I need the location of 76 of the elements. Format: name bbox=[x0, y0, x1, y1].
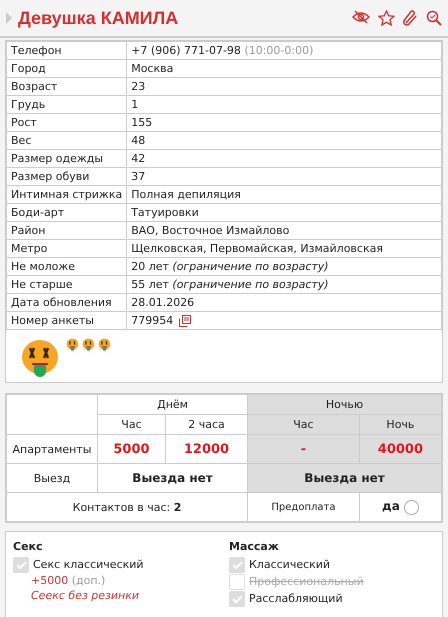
extra-price: +5000 bbox=[31, 574, 68, 587]
value-text: 48 bbox=[131, 134, 146, 147]
field-label: Размер обуви bbox=[6, 168, 127, 186]
price-cell: - bbox=[248, 434, 360, 464]
field-label: Вес bbox=[6, 132, 127, 150]
value-text: 779954 bbox=[131, 314, 174, 327]
star-icon[interactable] bbox=[378, 10, 395, 26]
service-remark: Сеекс без резинки bbox=[30, 589, 140, 603]
field-label: Размер одежды bbox=[6, 150, 127, 168]
value-text: Щелковская, Первомайская, Измайловская bbox=[131, 242, 383, 255]
field-label: Район bbox=[6, 222, 127, 240]
value-text: 55 лет bbox=[131, 278, 169, 291]
service-label: Классический bbox=[249, 558, 330, 572]
column-header: Ночью bbox=[248, 394, 442, 414]
phone-number[interactable]: +7 (906) 771-07-98 bbox=[131, 44, 241, 57]
field-label: Интимная стрижка bbox=[6, 186, 127, 204]
row-label: Выезд bbox=[6, 464, 98, 492]
emoji-icon bbox=[66, 338, 79, 351]
hide-icon[interactable] bbox=[352, 10, 370, 24]
value-text: 37 bbox=[131, 170, 146, 183]
paperclip-icon[interactable] bbox=[403, 10, 418, 26]
hours-note: (10:00-0:00) bbox=[244, 44, 314, 57]
extra-note: (доп.) bbox=[72, 574, 106, 587]
field-label: Не моложе bbox=[6, 258, 127, 276]
limit-note: (ограничение по возрасту) bbox=[172, 278, 329, 291]
prepay-value: да bbox=[382, 499, 400, 514]
field-label: Не старше bbox=[6, 276, 127, 294]
column-header: Час bbox=[98, 414, 166, 434]
value-text: Москва bbox=[131, 62, 174, 75]
checkbox[interactable] bbox=[229, 557, 245, 573]
price-cell: 5000 bbox=[98, 434, 166, 464]
column-header: 2 часа bbox=[165, 414, 248, 434]
profile-title: Девушка КАМИЛА bbox=[18, 8, 180, 28]
value-text: 28.01.2026 bbox=[131, 296, 194, 309]
contacts-value: 2 bbox=[174, 500, 182, 514]
service-label: Расслабляющий bbox=[249, 592, 343, 606]
column-header: Ночь bbox=[359, 414, 442, 434]
value-text: ВАО, Восточное Измайлово bbox=[131, 224, 290, 237]
service-label: Профессиональный bbox=[249, 575, 364, 589]
row-label: Апартаменты bbox=[6, 434, 98, 464]
value-text: Полная депиляция bbox=[131, 188, 241, 201]
value-text: Татуировки bbox=[131, 206, 199, 219]
value-text: 42 bbox=[131, 152, 146, 165]
field-label: Город bbox=[6, 60, 127, 78]
field-label: Грудь bbox=[6, 96, 127, 114]
copy-icon[interactable] bbox=[179, 314, 192, 327]
value-text: 20 лет bbox=[131, 260, 169, 273]
checkbox[interactable] bbox=[13, 557, 29, 573]
service-label: Секс классический bbox=[33, 558, 144, 572]
field-label: Дата обновления bbox=[6, 294, 127, 312]
column-header: Час bbox=[248, 414, 360, 434]
checkbox[interactable] bbox=[229, 591, 245, 607]
section-title: Массаж bbox=[229, 540, 280, 554]
emoji-icon bbox=[20, 338, 60, 378]
emoji-icon bbox=[98, 338, 111, 351]
price-cell: 40000 bbox=[359, 434, 442, 464]
checkbox[interactable] bbox=[229, 574, 245, 590]
field-label: Метро bbox=[6, 240, 127, 258]
contacts-label: Контактов в час: bbox=[72, 500, 170, 514]
field-label: Боди-арт bbox=[6, 204, 127, 222]
value-text: 1 bbox=[131, 98, 138, 111]
value-text: 23 bbox=[131, 80, 146, 93]
field-label: Телефон bbox=[6, 42, 127, 60]
field-label: Рост bbox=[6, 114, 127, 132]
prepay-label: Предоплата bbox=[248, 492, 360, 522]
outcall-cell: Выезда нет bbox=[98, 464, 248, 492]
field-label: Возраст bbox=[6, 78, 127, 96]
search-icon[interactable] bbox=[426, 10, 442, 26]
limit-note: (ограничение по возрасту) bbox=[172, 260, 329, 273]
field-label: Номер анкеты bbox=[6, 312, 127, 330]
outcall-cell: Выезда нет bbox=[248, 464, 442, 492]
emoji-icon bbox=[82, 338, 95, 351]
section-title: Секс bbox=[13, 540, 44, 554]
column-header: Днём bbox=[98, 394, 248, 414]
expand-icon[interactable] bbox=[6, 12, 12, 24]
value-text: 155 bbox=[131, 116, 152, 129]
